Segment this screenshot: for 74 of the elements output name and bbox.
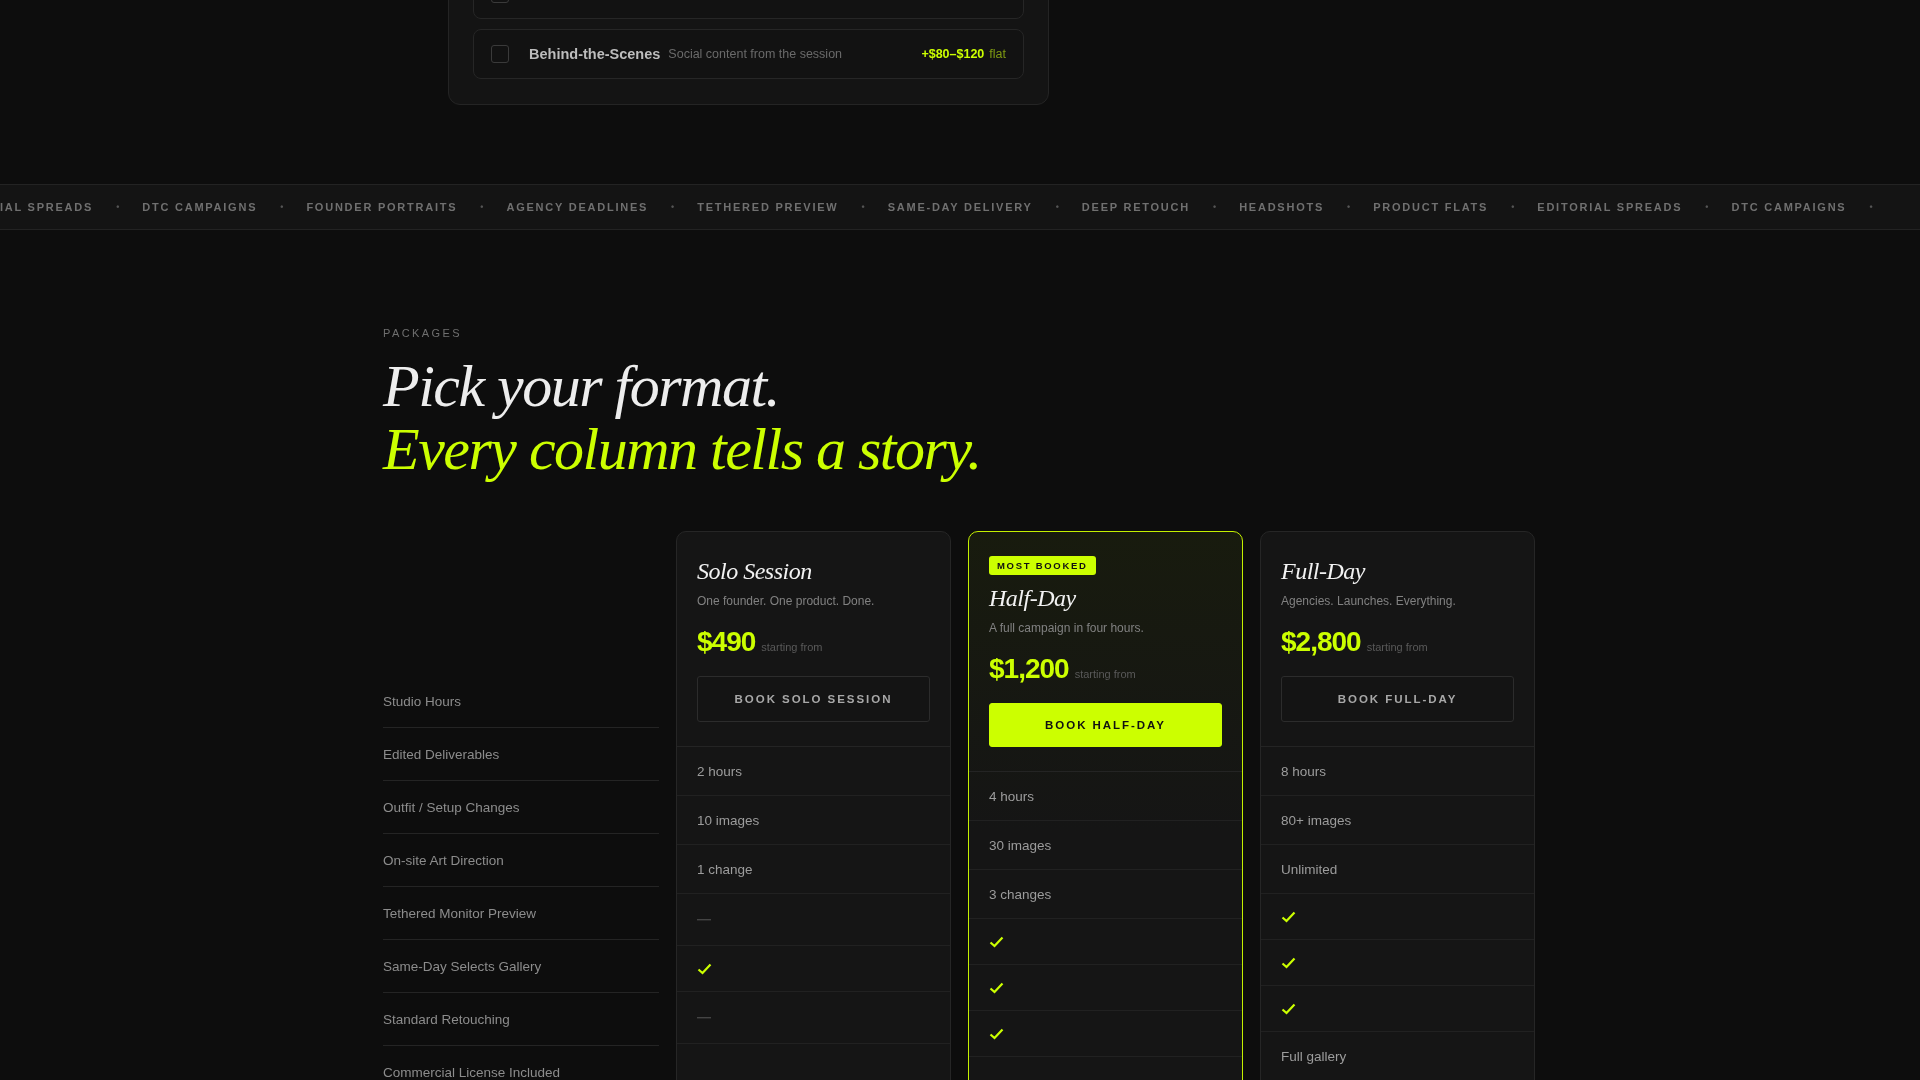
check-icon: [1281, 1002, 1296, 1015]
feature-label: On-site Art Direction: [383, 834, 659, 887]
separator-dot: •: [861, 202, 865, 212]
plan-cell: 30 images: [989, 837, 1052, 853]
plan-cell: 1 change: [697, 861, 753, 877]
book-button[interactable]: BOOK HALF-DAY: [989, 703, 1222, 747]
plan-name: Solo Session: [697, 558, 812, 585]
plan-badge: MOST BOOKED: [989, 556, 1096, 575]
plan-cell: Unlimited: [1281, 861, 1338, 877]
plan-tagline: A full campaign in four hours.: [989, 621, 1144, 635]
section-heading: Pick your format.: [383, 355, 780, 418]
separator-dot: •: [1055, 202, 1059, 212]
book-button[interactable]: BOOK SOLO SESSION: [697, 676, 930, 722]
marquee-item: TETHERED PREVIEW: [697, 201, 839, 213]
plan-price: $490: [697, 626, 756, 658]
separator-dot: •: [480, 202, 484, 212]
marquee-item: EDITORIAL SPREADS: [1537, 201, 1683, 213]
section-eyebrow: PACKAGES: [383, 327, 464, 339]
marquee-item: PRODUCT FLATS: [1373, 201, 1489, 213]
separator-dot: •: [1705, 202, 1709, 212]
book-button[interactable]: BOOK FULL-DAY: [1281, 676, 1514, 722]
separator-dot: •: [1347, 202, 1351, 212]
marquee-item: AGENCY DEADLINES: [506, 201, 649, 213]
marquee-item: SAME-DAY DELIVERY: [887, 201, 1033, 213]
feature-label: Same-Day Selects Gallery: [383, 940, 659, 993]
addon-description: Social content from the session: [668, 47, 843, 61]
addon-name: Behind-the-Scenes: [529, 46, 661, 62]
feature-label: Outfit / Setup Changes: [383, 781, 659, 834]
feature-label: Studio Hours: [383, 675, 659, 728]
addon-option[interactable]: Behind-the-Scenes Social content from the session +$80–$120 flat: [473, 29, 1024, 79]
check-icon: [989, 981, 1004, 994]
plan-tagline: Agencies. Launches. Everything.: [1281, 594, 1456, 608]
separator-dot: •: [1213, 202, 1217, 212]
addon-price: +$80–$120: [921, 47, 985, 61]
plan-tagline: One founder. One product. Done.: [697, 594, 875, 608]
plan-cell: 3 changes: [989, 886, 1052, 902]
section-heading: Every column tells a story.: [383, 418, 981, 481]
marquee-item: IAL SPREADS: [0, 201, 94, 213]
separator-dot: •: [1511, 202, 1515, 212]
plan-cell: 8 hours: [1281, 763, 1327, 779]
plan-price: $2,800: [1281, 626, 1361, 658]
plan-cell: Full gallery: [1281, 1048, 1347, 1064]
plan-cell: 4 hours: [989, 788, 1035, 804]
price-note: starting from: [1074, 668, 1136, 680]
plan-cell: 80+ images: [1281, 812, 1352, 828]
marquee-item: FOUNDER PORTRAITS: [306, 201, 458, 213]
dash-icon: [697, 1016, 711, 1019]
feature-label: Edited Deliverables: [383, 728, 659, 781]
separator-dot: •: [280, 202, 284, 212]
marquee-item: DTC CAMPAIGNS: [142, 201, 258, 213]
plan-cell: 10 images: [697, 812, 760, 828]
price-note: starting from: [1366, 641, 1428, 653]
dash-icon: [697, 918, 711, 921]
check-icon: [1281, 910, 1296, 923]
feature-label: Commercial License Included: [383, 1046, 659, 1080]
marquee-item: DEEP RETOUCH: [1081, 201, 1190, 213]
marquee-item: DTC CAMPAIGNS: [1731, 201, 1847, 213]
plan-name: Half-Day: [989, 585, 1076, 612]
check-icon: [1281, 956, 1296, 969]
checkbox[interactable]: [491, 45, 509, 63]
plan-cell: 2 hours: [697, 763, 743, 779]
marquee-item: HEADSHOTS: [1239, 201, 1325, 213]
addon-price-note: flat: [989, 47, 1006, 61]
plan-price: $1,200: [989, 653, 1069, 685]
check-icon: [989, 935, 1004, 948]
check-icon: [697, 962, 712, 975]
separator-dot: •: [671, 202, 675, 212]
separator-dot: •: [1869, 202, 1873, 212]
feature-label: Tethered Monitor Preview: [383, 887, 659, 940]
check-icon: [989, 1027, 1004, 1040]
feature-label: Standard Retouching: [383, 993, 659, 1046]
price-note: starting from: [761, 641, 823, 653]
separator-dot: •: [116, 202, 120, 212]
plan-name: Full-Day: [1281, 558, 1365, 585]
